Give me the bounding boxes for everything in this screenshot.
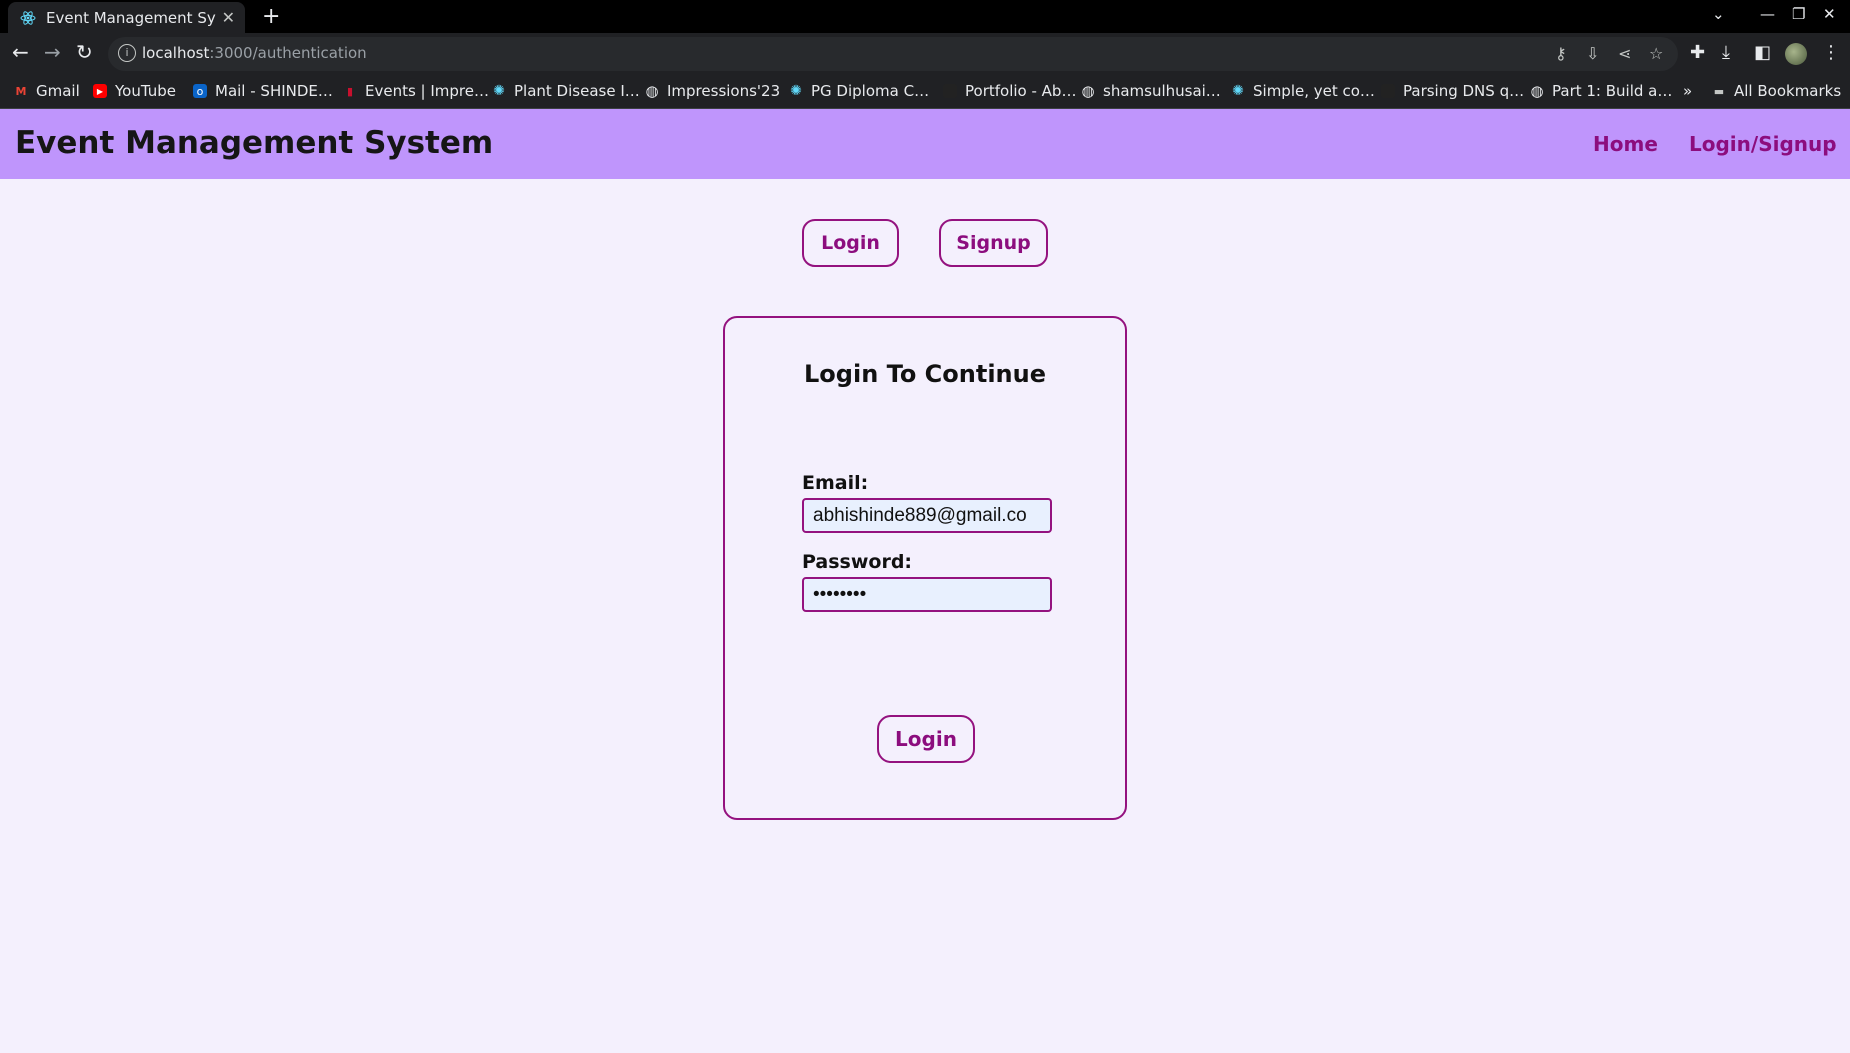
bookmark-label: Portfolio - Ab…: [965, 82, 1077, 100]
browser-tab-strip: Event Management Syste ✕ + ⌄ — ❐ ✕: [0, 0, 1850, 33]
login-toggle-button[interactable]: Login: [802, 219, 899, 267]
globe-icon: ◍: [1081, 82, 1095, 100]
bookmark-item[interactable]: ✺ Plant Disease I…: [492, 82, 640, 100]
bookmark-star-icon[interactable]: ☆: [1649, 44, 1663, 63]
dark-icon: [1381, 84, 1395, 98]
signup-toggle-button[interactable]: Signup: [939, 219, 1048, 267]
url-text[interactable]: localhost:3000/authentication: [142, 44, 367, 62]
bookmark-label: Part 1: Build a…: [1552, 82, 1673, 100]
bookmark-item[interactable]: ◍ shamsulhusai…: [1081, 82, 1221, 100]
bookmark-label: Gmail: [36, 82, 80, 100]
email-label: Email:: [802, 472, 869, 494]
url-host: localhost: [142, 44, 210, 62]
login-card-title: Login To Continue: [804, 360, 1046, 388]
login-submit-button[interactable]: Login: [877, 715, 975, 763]
site-info-icon[interactable]: i: [118, 44, 136, 62]
bookmark-label: Parsing DNS q…: [1403, 82, 1525, 100]
bookmark-item[interactable]: ◍ Impressions'23: [645, 82, 780, 100]
app-brand-title: Event Management System: [15, 125, 494, 161]
install-app-icon[interactable]: ⇩: [1586, 44, 1599, 63]
address-bar[interactable]: i localhost:3000/authentication ⚷ ⇩ ⋖ ☆: [108, 37, 1678, 71]
extensions-icon[interactable]: ✚: [1690, 42, 1705, 63]
password-key-icon[interactable]: ⚷: [1555, 44, 1567, 63]
nav-home-link[interactable]: Home: [1593, 132, 1658, 156]
email-field[interactable]: [802, 498, 1052, 533]
url-path: :3000/authentication: [209, 44, 367, 62]
react-icon: ✺: [493, 83, 505, 99]
back-icon[interactable]: ←: [12, 42, 29, 62]
download-icon[interactable]: ⤓: [1722, 42, 1730, 63]
share-icon[interactable]: ⋖: [1618, 44, 1631, 63]
new-tab-icon[interactable]: +: [262, 4, 280, 29]
all-bookmarks-folder[interactable]: ▬ All Bookmarks: [1712, 82, 1841, 100]
tab-title: Event Management Syste: [46, 8, 216, 27]
globe-icon: ◍: [1530, 82, 1544, 100]
app-header: Event Management System Home Login/Signu…: [0, 109, 1850, 179]
browser-tab[interactable]: Event Management Syste ✕: [8, 2, 245, 33]
react-icon: [20, 10, 36, 25]
gmail-icon: M: [15, 84, 27, 98]
password-field[interactable]: [802, 577, 1052, 612]
globe-icon: ◍: [645, 82, 659, 100]
bookmarks-bar: M Gmail ▶ YouTube o Mail - SHINDE… ▮ Events | I…: [0, 75, 1850, 109]
login-card: Login To Continue Email: Password: Login: [723, 316, 1127, 820]
close-tab-icon[interactable]: ✕: [222, 8, 235, 27]
all-bookmarks-label: All Bookmarks: [1734, 82, 1842, 100]
react-icon: ✺: [1232, 83, 1244, 99]
tab-search-chevron-icon[interactable]: ⌄: [1712, 5, 1725, 23]
dark-icon: [943, 84, 957, 98]
events-icon: ▮: [346, 84, 354, 98]
menu-kebab-icon[interactable]: ⋮: [1822, 42, 1840, 63]
bookmark-label: Simple, yet co…: [1253, 82, 1375, 100]
bookmark-label: Mail - SHINDE…: [215, 82, 333, 100]
nav-login-signup-link[interactable]: Login/Signup: [1689, 132, 1837, 156]
forward-icon[interactable]: →: [44, 42, 61, 62]
bookmark-label: PG Diploma C…: [811, 82, 930, 100]
youtube-icon: ▶: [93, 84, 107, 98]
bookmark-label: Events | Impre…: [365, 82, 489, 100]
outlook-icon: o: [193, 84, 207, 98]
side-panel-icon[interactable]: ◧: [1754, 42, 1771, 63]
browser-toolbar: ← → ↻ i localhost:3000/authentication ⚷ …: [0, 33, 1850, 75]
bookmark-item[interactable]: ▶ YouTube: [93, 82, 176, 100]
bookmark-label: shamsulhusai…: [1103, 82, 1221, 100]
bookmark-item[interactable]: o Mail - SHINDE…: [193, 82, 333, 100]
bookmark-label: Plant Disease I…: [514, 82, 640, 100]
bookmark-label: Impressions'23: [667, 82, 781, 100]
profile-avatar[interactable]: [1785, 43, 1807, 65]
folder-icon: ▬: [1713, 84, 1725, 98]
reload-icon[interactable]: ↻: [76, 42, 93, 62]
close-window-icon[interactable]: ✕: [1823, 5, 1836, 23]
bookmark-item[interactable]: Portfolio - Ab…: [943, 82, 1076, 100]
react-icon: ✺: [790, 83, 802, 99]
bookmark-item[interactable]: M Gmail: [14, 82, 80, 100]
restore-icon[interactable]: ❐: [1792, 5, 1805, 23]
bookmark-label: YouTube: [115, 82, 176, 100]
more-bookmarks-icon[interactable]: »: [1683, 82, 1692, 100]
password-label: Password:: [802, 551, 913, 573]
bookmark-item[interactable]: ▮ Events | Impre…: [343, 82, 489, 100]
bookmark-item[interactable]: ◍ Part 1: Build a…: [1530, 82, 1672, 100]
bookmark-item[interactable]: ✺ PG Diploma C…: [789, 82, 929, 100]
bookmark-item[interactable]: ✺ Simple, yet co…: [1231, 82, 1375, 100]
bookmark-item[interactable]: Parsing DNS q…: [1381, 82, 1524, 100]
minimize-icon[interactable]: —: [1760, 5, 1775, 23]
